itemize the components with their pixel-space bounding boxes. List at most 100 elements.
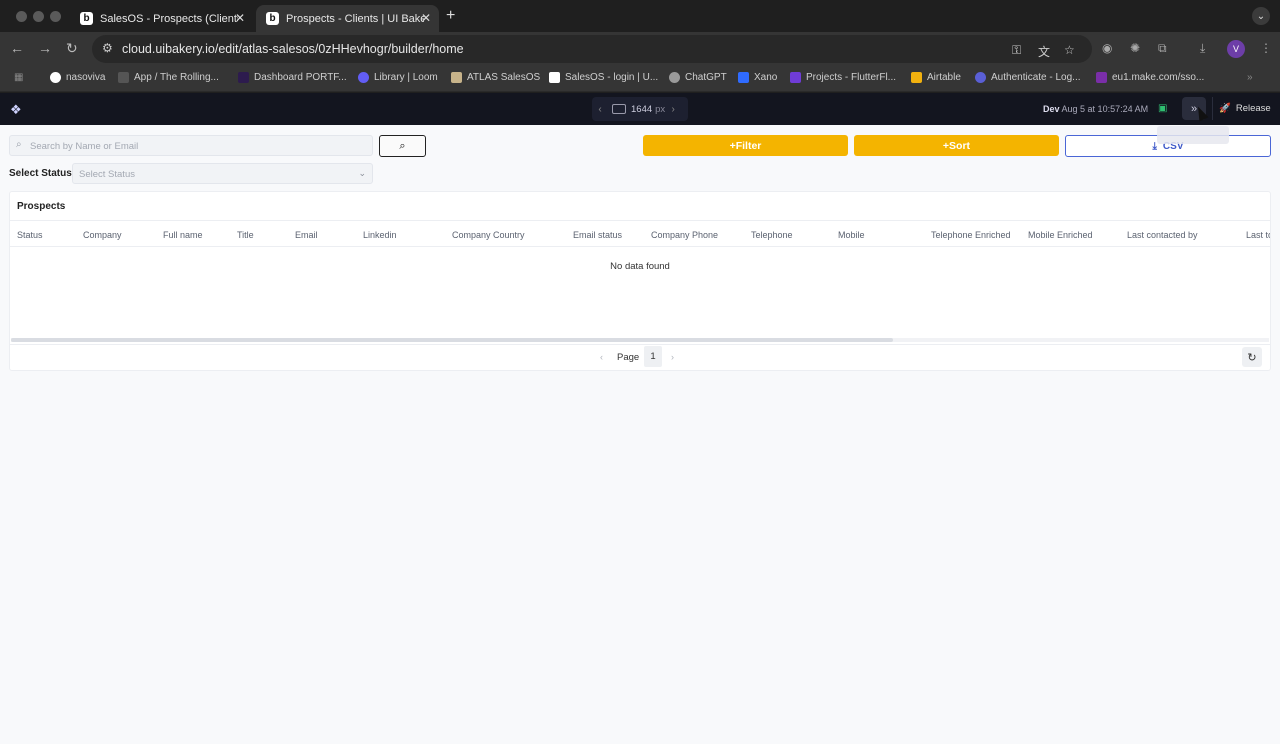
airtable-icon: [911, 72, 922, 83]
loom-icon: [358, 72, 369, 83]
bookmark-item[interactable]: nasoviva: [50, 72, 105, 83]
column-header[interactable]: Mobile: [838, 230, 865, 240]
bookmark-star-icon[interactable]: ☆: [1064, 43, 1075, 57]
window-minimize-dot[interactable]: [33, 11, 44, 22]
uibakery-logo-icon[interactable]: ❖: [10, 102, 22, 118]
close-icon[interactable]: ✕: [421, 11, 431, 25]
filter-button[interactable]: +Filter: [643, 135, 848, 156]
password-key-icon[interactable]: ⚿: [1012, 43, 1021, 58]
bookmark-item[interactable]: Projects - FlutterFl...: [790, 72, 896, 83]
column-header[interactable]: Last to: [1246, 230, 1270, 240]
chevron-right-icon[interactable]: ›: [665, 104, 681, 115]
react-extension-icon[interactable]: ✺: [1130, 41, 1140, 55]
forward-arrow-icon[interactable]: →: [38, 40, 52, 56]
address-bar[interactable]: ⚙ cloud.uibakery.io/edit/atlas-salesos/0…: [92, 35, 1092, 63]
search-icon: ⌕: [399, 139, 406, 152]
new-tab-plus-icon[interactable]: +: [446, 7, 455, 25]
page-label: Page: [617, 352, 640, 363]
column-header[interactable]: Title: [237, 230, 254, 240]
browser-tab-salesos[interactable]: b SalesOS - Prospects (Clients) ✕: [70, 5, 253, 32]
viewport-width-switcher[interactable]: ‹ 1644 px ›: [592, 97, 688, 121]
rocket-icon: 🚀: [1219, 103, 1231, 114]
bookmark-item[interactable]: Dashboard PORTF...: [238, 72, 347, 83]
xano-icon: [738, 72, 749, 83]
browser-menu-icon[interactable]: ⋮: [1260, 41, 1272, 55]
column-header[interactable]: Company Phone: [651, 230, 718, 240]
extensions-puzzle-icon[interactable]: ⧉: [1158, 41, 1167, 56]
viewport-width-unit: px: [655, 103, 666, 115]
search-input[interactable]: [30, 138, 360, 154]
search-field[interactable]: ⌕: [9, 135, 373, 156]
flutterflow-icon: [790, 72, 801, 83]
column-header[interactable]: Company Country: [452, 230, 525, 240]
site-settings-icon[interactable]: ⚙: [102, 41, 113, 55]
profile-avatar[interactable]: V: [1227, 40, 1245, 58]
camera-extension-icon[interactable]: ◉: [1102, 41, 1112, 55]
column-header[interactable]: Company: [83, 230, 122, 240]
bookmark-item[interactable]: Xano: [738, 72, 777, 83]
download-icon[interactable]: ⤓: [1200, 41, 1205, 56]
bookmark-item[interactable]: Authenticate - Log...: [975, 72, 1081, 83]
back-arrow-icon[interactable]: ←: [10, 40, 24, 56]
app-canvas: ⌕ ⌕ +Filter +Sort ⤓ CSV Select Status Se…: [0, 125, 1280, 744]
column-header[interactable]: Full name: [163, 230, 203, 240]
search-button[interactable]: ⌕: [379, 135, 426, 157]
browser-tab-prospects[interactable]: b Prospects - Clients | UI Baker ✕: [256, 5, 439, 32]
release-button[interactable]: 🚀 Release: [1212, 97, 1274, 120]
github-icon: [50, 72, 61, 83]
window-zoom-dot[interactable]: [50, 11, 61, 22]
desktop-monitor-icon: [612, 104, 626, 114]
url-text[interactable]: cloud.uibakery.io/edit/atlas-salesos/0zH…: [122, 42, 464, 56]
chevron-left-icon[interactable]: ‹: [592, 104, 608, 115]
uibakery-favicon-icon: [549, 72, 560, 83]
builder-bar: ❖ ‹ 1644 px › Dev Aug 5 at 10:57:24 AM ▣…: [0, 93, 1280, 125]
refresh-button[interactable]: ↻: [1242, 347, 1262, 367]
close-icon[interactable]: ✕: [235, 11, 245, 25]
column-header[interactable]: Last contacted by: [1127, 230, 1198, 240]
column-header[interactable]: Telephone: [751, 230, 793, 240]
make-icon: [1096, 72, 1107, 83]
status-filter-label: Select Status: [9, 168, 72, 179]
chevron-right-icon[interactable]: ›: [671, 352, 674, 362]
bookmark-item[interactable]: ATLAS SalesOS: [451, 72, 540, 83]
bookmark-favicon-icon: [118, 72, 129, 83]
column-header[interactable]: Status: [17, 230, 43, 240]
bookmark-item[interactable]: App / The Rolling...: [118, 72, 219, 83]
current-page-number[interactable]: 1: [644, 346, 662, 367]
release-label: Release: [1235, 103, 1271, 114]
status-select[interactable]: Select Status ⌄: [72, 163, 373, 184]
bookmark-item[interactable]: Airtable: [911, 72, 961, 83]
table-header-row: Status Company Full name Title Email Lin…: [10, 220, 1270, 247]
window-close-dot[interactable]: [16, 11, 27, 22]
saved-timestamp: Aug 5 at 10:57:24 AM: [1061, 104, 1149, 114]
translate-icon[interactable]: 文: [1038, 43, 1050, 60]
column-header[interactable]: Telephone Enriched: [931, 230, 1011, 240]
sort-button[interactable]: +Sort: [854, 135, 1059, 156]
apps-grid-icon[interactable]: ▦: [14, 72, 23, 83]
column-header[interactable]: Linkedin: [363, 230, 397, 240]
pagination: ‹ Page 1 › ↻: [10, 344, 1270, 370]
chevron-left-icon[interactable]: ‹: [600, 352, 603, 362]
save-icon[interactable]: ▣: [1158, 103, 1167, 114]
column-header[interactable]: Email: [295, 230, 318, 240]
tab-title: Prospects - Clients | UI Baker: [286, 12, 424, 25]
column-header[interactable]: Mobile Enriched: [1028, 230, 1093, 240]
tab-search-chevron-icon[interactable]: ⌄: [1252, 7, 1270, 25]
horizontal-scrollbar[interactable]: [11, 338, 1269, 342]
bookmark-item[interactable]: eu1.make.com/sso...: [1096, 72, 1204, 83]
bookmarks-bar: ▦ nasoviva App / The Rolling... Dashboar…: [0, 66, 1280, 92]
column-header[interactable]: Email status: [573, 230, 622, 240]
environment-label: Dev: [1043, 104, 1060, 114]
bookmark-favicon-icon: [451, 72, 462, 83]
uibakery-favicon-icon: b: [266, 12, 279, 25]
bookmark-item[interactable]: ChatGPT: [669, 72, 727, 83]
reload-icon[interactable]: ↻: [66, 40, 78, 57]
tooltip: [1157, 126, 1229, 144]
refresh-icon: ↻: [1247, 351, 1257, 364]
more-bookmarks-chevron-icon[interactable]: »: [1247, 72, 1253, 83]
bookmark-item[interactable]: SalesOS - login | U...: [549, 72, 658, 83]
scrollbar-thumb[interactable]: [11, 338, 893, 342]
bookmark-item[interactable]: Library | Loom: [358, 72, 438, 83]
browser-tab-bar: b SalesOS - Prospects (Clients) ✕ b Pros…: [0, 0, 1280, 32]
chatgpt-icon: [669, 72, 680, 83]
